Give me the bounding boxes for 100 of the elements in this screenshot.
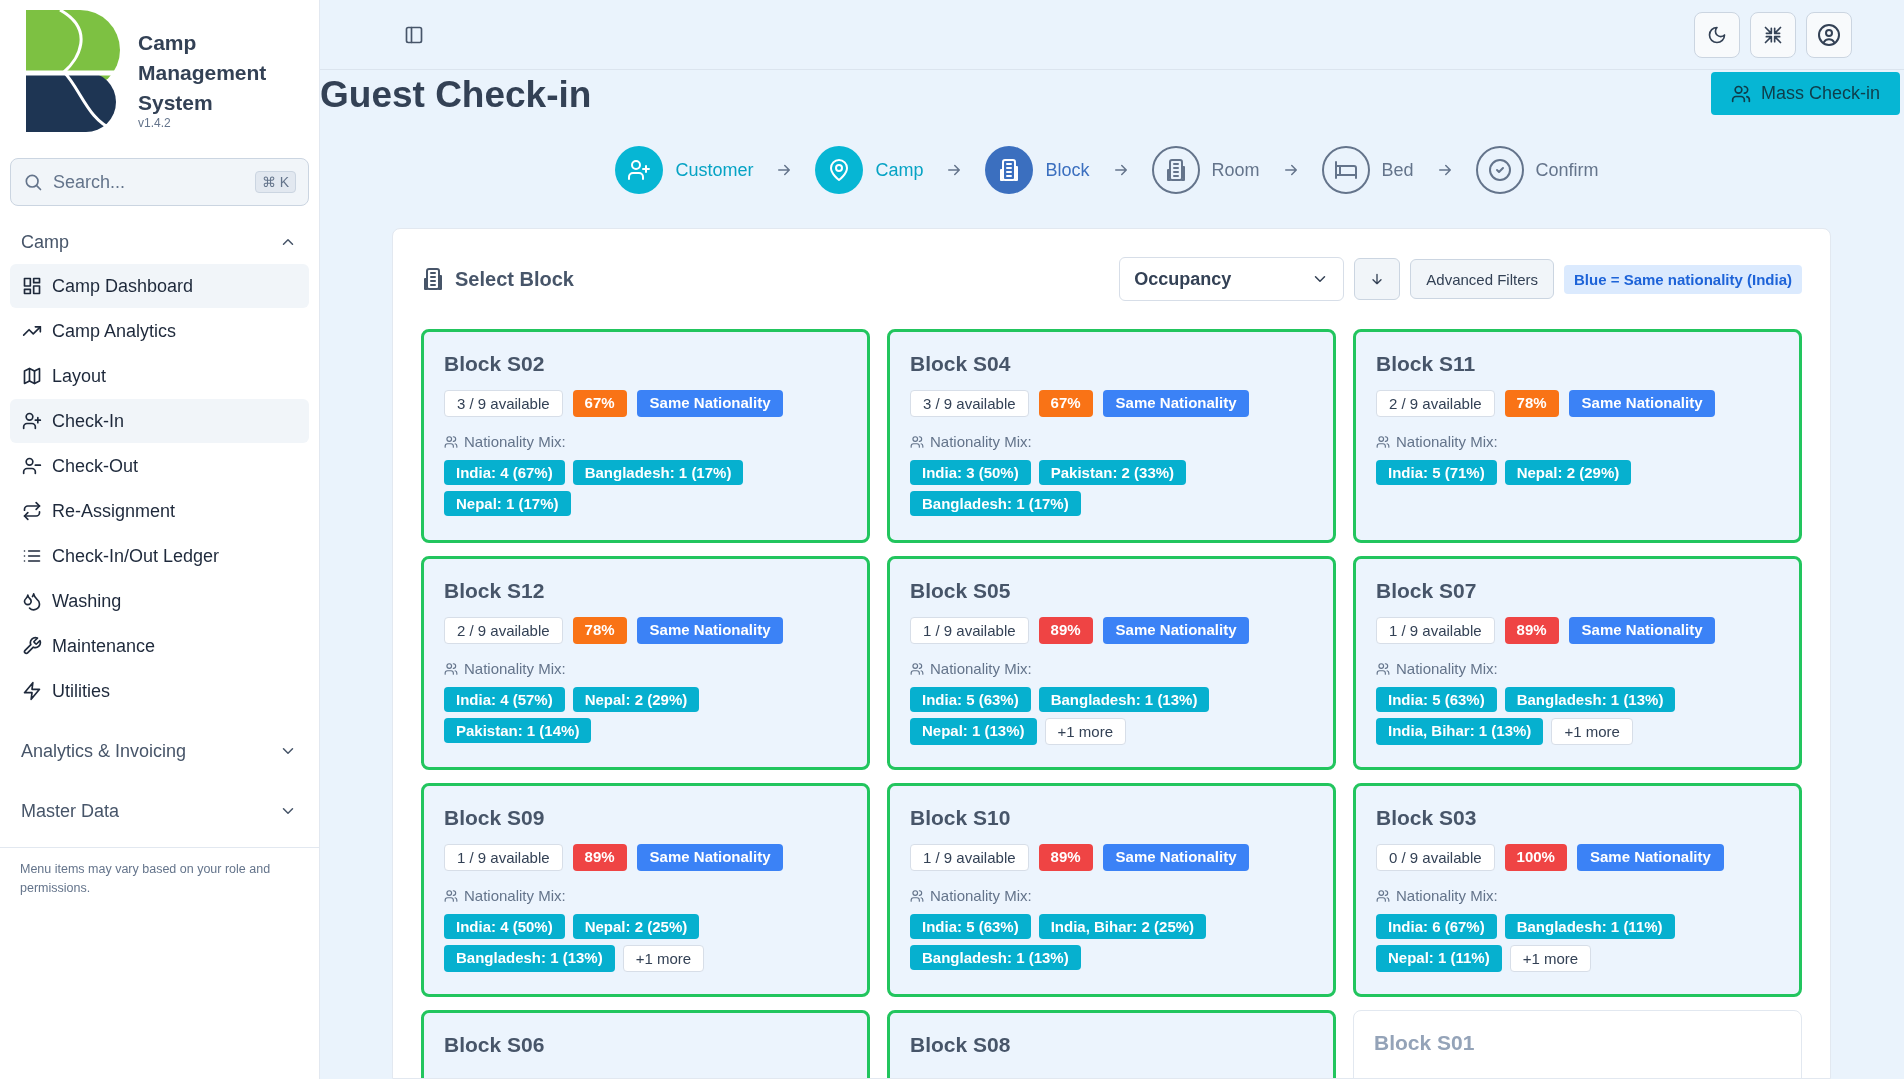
users-icon	[1376, 434, 1390, 449]
nationality-chip: Nepal: 2 (25%)	[572, 914, 700, 939]
more-chip[interactable]: +1 more	[1509, 945, 1592, 972]
more-chip[interactable]: +1 more	[1551, 718, 1633, 745]
occupancy-percent: 89%	[1038, 844, 1093, 871]
nav-section-header[interactable]: Master Data	[0, 789, 319, 833]
nationality-chip: India: 4 (57%)	[444, 687, 565, 712]
block-name: Block S03	[1376, 806, 1478, 830]
block-card[interactable]: Block S04 3 / 9 available 67% Same Nationality Nationality Mix: India: 3 (50%) Pakistan: 2 (33%) Bangladesh: 1 (17%)	[887, 329, 1336, 543]
mix-label: Nationality Mix:	[464, 660, 566, 677]
block-name: Block S10	[910, 806, 1012, 830]
mix-label: Nationality Mix:	[930, 887, 1032, 904]
mix-label: Nationality Mix:	[1396, 887, 1498, 904]
sidebar-item[interactable]: Check-Out	[10, 444, 309, 488]
step-label[interactable]: Confirm	[1535, 159, 1599, 181]
block-name: Block S02	[444, 352, 546, 376]
sidebar-item[interactable]: Layout	[10, 354, 309, 398]
nationality-badge: Same Nationality	[636, 617, 784, 644]
bed-icon	[1333, 158, 1358, 182]
block-name: Block S01	[1374, 1031, 1476, 1055]
more-chip[interactable]: +1 more	[1044, 718, 1126, 745]
users-icon	[1376, 661, 1390, 676]
nationality-badge: Same Nationality	[1102, 844, 1250, 871]
step-label[interactable]: Bed	[1381, 159, 1414, 181]
block-card[interactable]: Block S12 2 / 9 available 78% Same Nationality Nationality Mix: India: 4 (57%) Nepal: 2 (29%) Pakistan: 1 (14%)	[421, 556, 870, 770]
moon-icon	[1707, 24, 1727, 45]
step-label[interactable]: Block	[1045, 159, 1090, 181]
nationality-chip: Bangladesh: 1 (11%)	[1504, 914, 1675, 939]
nationality-chip: Pakistan: 2 (33%)	[1038, 460, 1187, 485]
block-name: Block S04	[910, 352, 1012, 376]
sidebar-item[interactable]: Washing	[10, 579, 309, 623]
availability-badge: 0 / 9 available	[1376, 844, 1495, 871]
sort-select[interactable]: Occupancy	[1119, 257, 1345, 301]
block-card[interactable]: Block S07 1 / 9 available 89% Same Nationality Nationality Mix: India: 5 (63%) Bangladesh: 1 (13%) India, Bihar: 1 (13%) +1 more	[1353, 556, 1802, 770]
availability-badge: 1 / 9 available	[910, 844, 1029, 871]
droplets-icon	[22, 591, 42, 611]
nationality-chip: Bangladesh: 1 (13%)	[910, 945, 1081, 970]
legend-badge: Blue = Same nationality (India)	[1564, 264, 1802, 294]
nationality-badge: Same Nationality	[1568, 390, 1716, 417]
block-card[interactable]: Block S09 1 / 9 available 89% Same Nationality Nationality Mix: India: 4 (50%) Nepal: 2 (25%) Bangladesh: 1 (13%) +1 more	[421, 783, 870, 997]
theme-button[interactable]	[1694, 11, 1740, 58]
nav-section-header[interactable]: Camp	[0, 220, 319, 264]
block-card[interactable]: Block S02 3 / 9 available 67% Same Nationality Nationality Mix: India: 4 (67%) Bangladesh: 1 (17%) Nepal: 1 (17%)	[421, 329, 870, 543]
occupancy-percent: 100%	[1504, 844, 1567, 871]
occupancy-percent: 78%	[1504, 390, 1559, 417]
search-icon	[23, 172, 43, 192]
availability-badge: 2 / 9 available	[1376, 390, 1495, 417]
block-card[interactable]: Block S03 0 / 9 available 100% Same Nationality Nationality Mix: India: 6 (67%) Bangladesh: 1 (11%) Nepal: 1 (11%) +1 more	[1353, 783, 1802, 997]
nationality-chip: Bangladesh: 1 (13%)	[444, 945, 615, 972]
nationality-badge: Same Nationality	[1576, 844, 1724, 871]
availability-badge: 3 / 9 available	[910, 390, 1029, 417]
mix-label: Nationality Mix:	[464, 433, 566, 450]
user-plus-icon	[22, 411, 42, 431]
search-field[interactable]: Search... ⌘ K	[10, 158, 309, 206]
users-icon	[1730, 83, 1751, 104]
version-label: v1.4.2	[138, 116, 172, 130]
more-chip[interactable]: +1 more	[622, 945, 705, 972]
users-icon	[910, 888, 924, 903]
nationality-chip: India: 3 (50%)	[910, 460, 1031, 485]
mix-label: Nationality Mix:	[930, 660, 1032, 677]
mix-label: Nationality Mix:	[930, 433, 1032, 450]
nav-section-header[interactable]: Analytics & Invoicing	[0, 729, 319, 773]
occupancy-percent: 89%	[1504, 617, 1559, 644]
sidebar-item[interactable]: Maintenance	[10, 624, 309, 668]
availability-badge: 1 / 9 available	[910, 617, 1029, 644]
users-icon	[1376, 888, 1390, 903]
nationality-chip: India: 5 (63%)	[910, 914, 1031, 939]
step-label[interactable]: Room	[1211, 159, 1260, 181]
sidebar-item[interactable]: Utilities	[10, 669, 309, 713]
nationality-chip: India, Bihar: 2 (25%)	[1038, 914, 1207, 939]
sidebar-item[interactable]: Check-In/Out Ledger	[10, 534, 309, 578]
collapse-button[interactable]	[1750, 11, 1796, 58]
nationality-chip: Bangladesh: 1 (13%)	[1038, 687, 1210, 712]
availability-badge: 2 / 9 available	[444, 617, 563, 644]
advanced-filters-button[interactable]: Advanced Filters	[1410, 259, 1555, 299]
user-plus-icon	[627, 158, 652, 182]
sidebar-item[interactable]: Camp Dashboard	[10, 264, 309, 308]
availability-badge: 1 / 9 available	[444, 844, 563, 871]
sidebar-item[interactable]: Camp Analytics	[10, 309, 309, 353]
sidebar-item[interactable]: Check-In	[10, 399, 309, 443]
page-title: Guest Check-in	[320, 74, 592, 116]
sidebar-item[interactable]: Re-Assignment	[10, 489, 309, 533]
mix-label: Nationality Mix:	[464, 887, 566, 904]
occupancy-percent: 67%	[572, 390, 627, 417]
grid-icon	[22, 276, 42, 296]
occupancy-percent: 78%	[572, 617, 627, 644]
availability-badge: 1 / 9 available	[1376, 617, 1495, 644]
sidebar-toggle[interactable]	[404, 24, 424, 45]
block-card[interactable]: Block S11 2 / 9 available 78% Same Nationality Nationality Mix: India: 5 (71%) Nepal: 2 (29%)	[1353, 329, 1802, 543]
block-card[interactable]: Block S06	[421, 1010, 870, 1078]
block-card[interactable]: Block S10 1 / 9 available 89% Same Nationality Nationality Mix: India: 5 (63%) India, Bihar: 2 (25%) Bangladesh: 1 (13%)	[887, 783, 1336, 997]
block-card[interactable]: Block S05 1 / 9 available 89% Same Nationality Nationality Mix: India: 5 (63%) Bangladesh: 1 (13%) Nepal: 1 (13%) +1 more	[887, 556, 1336, 770]
block-card[interactable]: Block S08	[887, 1010, 1336, 1078]
nationality-chip: Nepal: 1 (17%)	[444, 491, 571, 516]
account-button[interactable]	[1806, 11, 1852, 58]
mass-checkin-button[interactable]: Mass Check-in	[1710, 72, 1900, 115]
nationality-chip: Nepal: 1 (13%)	[910, 718, 1037, 745]
nationality-badge: Same Nationality	[1568, 617, 1716, 644]
user-minus-icon	[22, 456, 42, 476]
nationality-chip: Bangladesh: 1 (17%)	[572, 460, 744, 485]
